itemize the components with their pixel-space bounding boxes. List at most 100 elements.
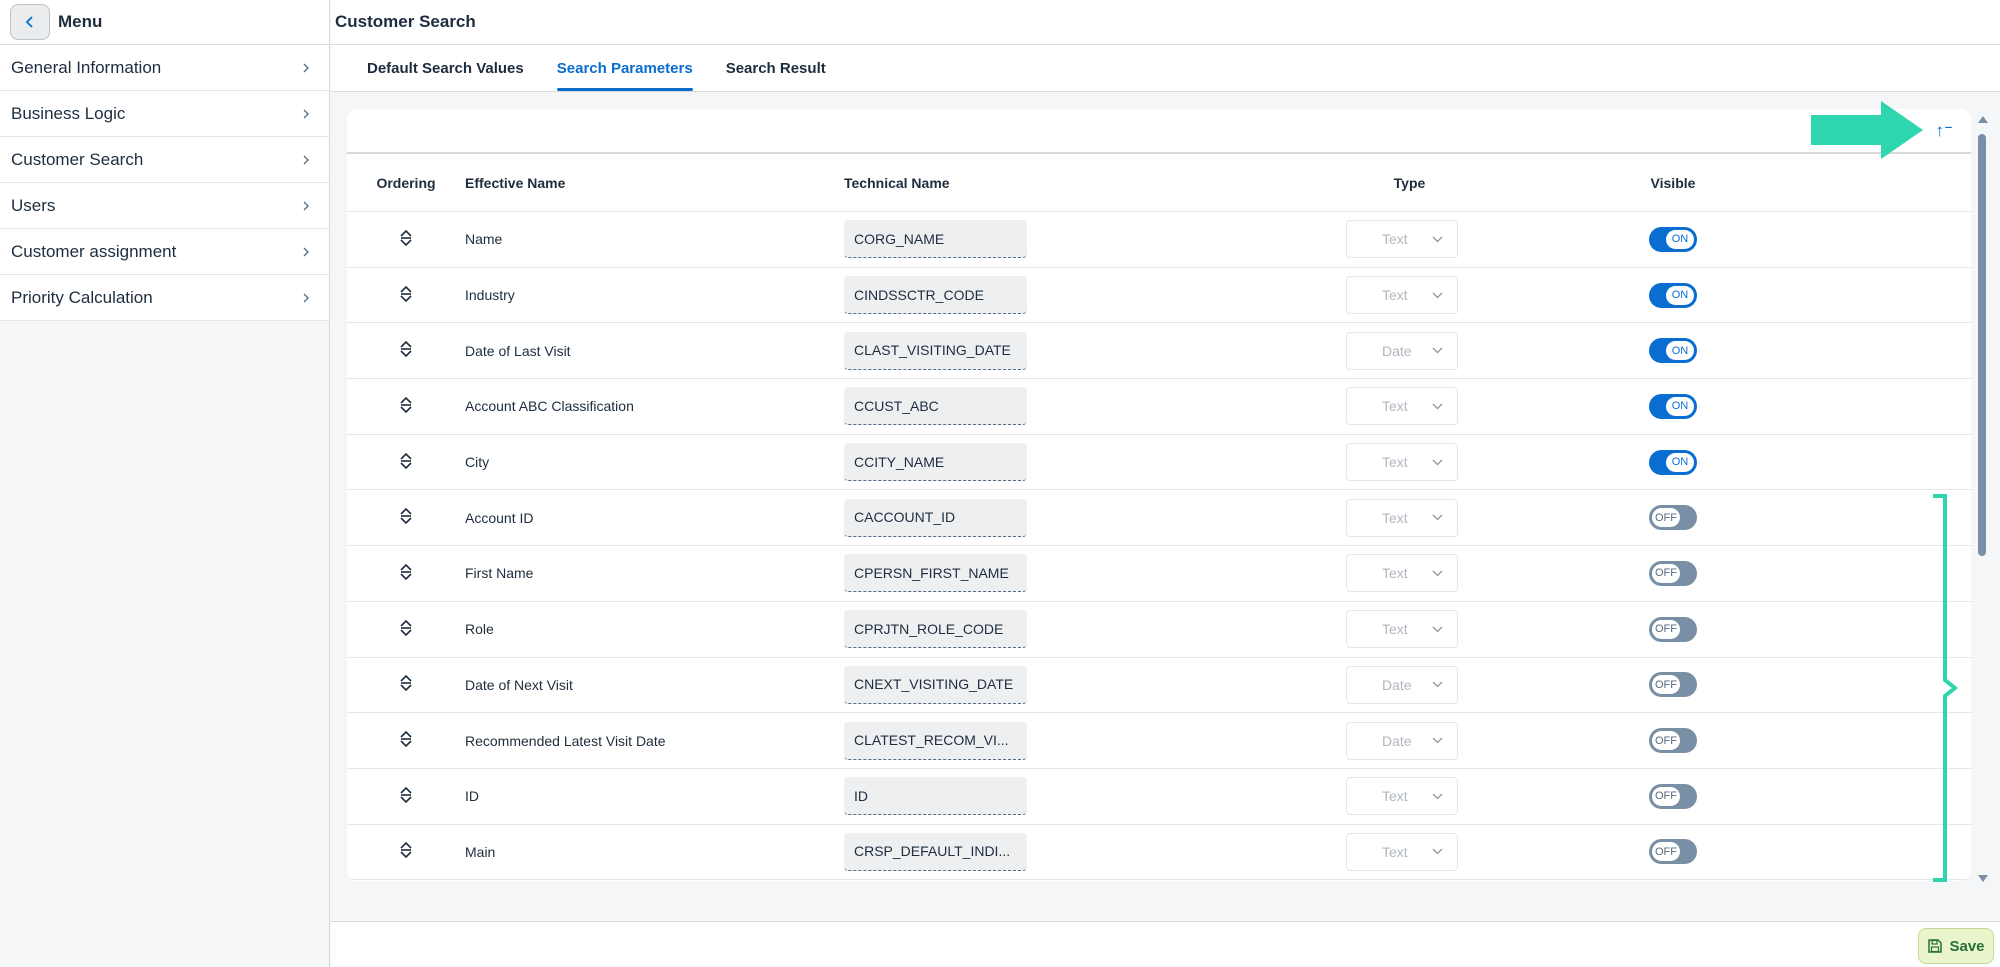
visible-toggle-label: ON <box>1666 396 1694 416</box>
technical-name-field[interactable]: CCITY_NAME <box>844 443 1027 482</box>
sidebar-item-general-information[interactable]: General Information <box>0 45 329 91</box>
table-row: City CCITY_NAME Text ON <box>347 435 1971 491</box>
scroll-down-arrow-icon[interactable] <box>1978 875 1988 882</box>
type-select[interactable]: Text <box>1346 443 1458 482</box>
visible-toggle[interactable]: OFF <box>1649 728 1697 754</box>
column-header-effective-name: Effective Name <box>465 174 566 191</box>
chevron-right-icon <box>303 63 309 72</box>
chevron-down-icon <box>1432 236 1443 243</box>
type-select[interactable]: Text <box>1346 220 1458 259</box>
reorder-handle-icon[interactable] <box>400 229 412 250</box>
reorder-handle-icon[interactable] <box>400 285 412 306</box>
tab-search-parameters[interactable]: Search Parameters <box>556 45 693 91</box>
visible-toggle[interactable]: ON <box>1649 393 1697 419</box>
table-row: Date of Next Visit CNEXT_VISITING_DATE Dat… <box>347 658 1971 714</box>
chevron-down-icon <box>1432 681 1443 688</box>
table-header: Ordering Effective Name Technical Name T… <box>347 154 1971 212</box>
visible-toggle-label: ON <box>1666 285 1694 305</box>
chevron-down-icon <box>1432 403 1443 410</box>
visible-toggle[interactable]: OFF <box>1649 672 1697 698</box>
reorder-handle-icon[interactable] <box>400 452 412 473</box>
column-header-ordering: Ordering <box>376 174 436 191</box>
effective-name: ID <box>465 788 479 805</box>
visible-toggle[interactable]: OFF <box>1649 560 1697 586</box>
chevron-right-icon <box>303 293 309 302</box>
sidebar-title: Menu <box>58 12 103 31</box>
effective-name: Main <box>465 843 496 860</box>
reorder-handle-icon[interactable] <box>400 786 412 807</box>
sidebar-item-customer-search[interactable]: Customer Search <box>0 137 329 183</box>
reorder-handle-icon[interactable] <box>400 563 412 584</box>
reorder-handle-icon[interactable] <box>400 507 412 528</box>
type-select[interactable]: Date <box>1346 665 1458 704</box>
type-select[interactable]: Text <box>1346 610 1458 649</box>
sidebar-item-users[interactable]: Users <box>0 183 329 229</box>
type-select-value: Text <box>1382 287 1408 304</box>
visible-toggle[interactable]: ON <box>1649 338 1697 364</box>
sidebar-item-label: Priority Calculation <box>11 287 153 307</box>
visible-toggle-label: ON <box>1666 452 1694 472</box>
technical-name-field[interactable]: CINDSSCTR_CODE <box>844 276 1027 315</box>
technical-name-field[interactable]: CLATEST_RECOM_VI... <box>844 721 1027 760</box>
reorder-handle-icon[interactable] <box>400 396 412 417</box>
technical-name-field[interactable]: CPERSN_FIRST_NAME <box>844 554 1027 593</box>
table-row: Name CORG_NAME Text ON <box>347 212 1971 268</box>
technical-name-field[interactable]: CLAST_VISITING_DATE <box>844 331 1027 370</box>
visible-toggle[interactable]: OFF <box>1649 505 1697 531</box>
scroll-up-arrow-icon[interactable] <box>1978 116 1988 123</box>
tab-search-result[interactable]: Search Result <box>726 45 826 91</box>
technical-name-field[interactable]: CPRJTN_ROLE_CODE <box>844 610 1027 649</box>
type-select[interactable]: Text <box>1346 554 1458 593</box>
type-select[interactable]: Date <box>1346 721 1458 760</box>
chevron-right-icon <box>303 201 309 210</box>
type-select[interactable]: Text <box>1346 498 1458 537</box>
visible-toggle[interactable]: ON <box>1649 449 1697 475</box>
type-select-value: Text <box>1382 621 1408 638</box>
reorder-handle-icon[interactable] <box>400 841 412 862</box>
type-select-value: Text <box>1382 509 1408 526</box>
sidebar-item-label: Customer Search <box>11 149 144 169</box>
page-title: Customer Search <box>331 0 2000 45</box>
effective-name: First Name <box>465 565 534 582</box>
technical-name-field[interactable]: CORG_NAME <box>844 220 1027 259</box>
type-select[interactable]: Text <box>1346 387 1458 426</box>
technical-name-field[interactable]: CCUST_ABC <box>844 387 1027 426</box>
type-select[interactable]: Date <box>1346 331 1458 370</box>
effective-name: Account ID <box>465 509 534 526</box>
chevron-right-icon <box>303 109 309 118</box>
sidebar-item-label: General Information <box>11 57 162 77</box>
reorder-handle-icon[interactable] <box>400 619 412 640</box>
back-button[interactable] <box>10 4 50 40</box>
visible-toggle[interactable]: ON <box>1649 226 1697 252</box>
sidebar-header: Menu <box>0 0 329 45</box>
visible-toggle[interactable]: ON <box>1649 282 1697 308</box>
technical-name-field[interactable]: CRSP_DEFAULT_INDI... <box>844 832 1027 871</box>
reorder-handle-icon[interactable] <box>400 340 412 361</box>
effective-name: Recommended Latest Visit Date <box>465 732 666 749</box>
vertical-scrollbar[interactable] <box>1975 112 1989 882</box>
reorder-handle-icon[interactable] <box>400 730 412 751</box>
sidebar-item-customer-assignment[interactable]: Customer assignment <box>0 229 329 275</box>
chevron-down-icon <box>1432 848 1443 855</box>
visible-toggle[interactable]: OFF <box>1649 616 1697 642</box>
column-header-type: Type <box>1393 174 1426 191</box>
sidebar-item-business-logic[interactable]: Business Logic <box>0 91 329 137</box>
type-select-value: Text <box>1382 788 1408 805</box>
technical-name-field[interactable]: ID <box>844 777 1027 816</box>
technical-name-field[interactable]: CACCOUNT_ID <box>844 498 1027 537</box>
visible-toggle[interactable]: OFF <box>1649 839 1697 865</box>
reorder-handle-icon[interactable] <box>400 674 412 695</box>
sidebar-item-priority-calculation[interactable]: Priority Calculation <box>0 275 329 321</box>
save-button[interactable]: Save <box>1918 928 1994 964</box>
scrollbar-thumb[interactable] <box>1978 134 1986 556</box>
type-select-value: Text <box>1382 565 1408 582</box>
type-select[interactable]: Text <box>1346 276 1458 315</box>
technical-name-field[interactable]: CNEXT_VISITING_DATE <box>844 665 1027 704</box>
type-select[interactable]: Text <box>1346 777 1458 816</box>
sort-icon[interactable]: ↑⁻ <box>1936 121 1953 141</box>
type-select[interactable]: Text <box>1346 832 1458 871</box>
visible-toggle[interactable]: OFF <box>1649 783 1697 809</box>
table-row: Account ID CACCOUNT_ID Text OFF <box>347 490 1971 547</box>
visible-toggle-label: OFF <box>1652 508 1680 528</box>
tab-default-search-values[interactable]: Default Search Values <box>367 45 524 91</box>
